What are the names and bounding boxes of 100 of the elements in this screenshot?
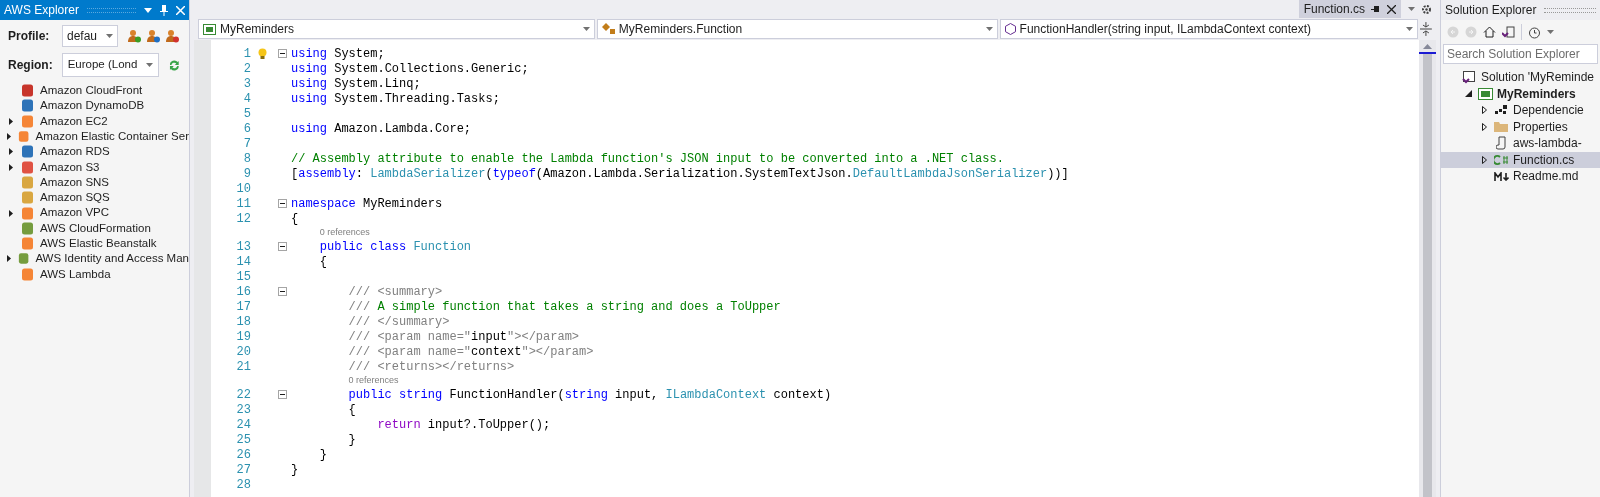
line-number: 4 bbox=[242, 90, 251, 108]
navigation-dropdown[interactable]: MyReminders bbox=[198, 19, 595, 39]
class-icon bbox=[601, 23, 615, 35]
code-line: { bbox=[347, 401, 356, 419]
line-number: 10 bbox=[235, 180, 251, 198]
caret-icon bbox=[146, 63, 154, 67]
code-line: using System.Linq; bbox=[291, 75, 421, 93]
collapse-icon[interactable] bbox=[278, 199, 287, 208]
collapsed-arrow-icon[interactable] bbox=[8, 209, 13, 217]
expanded-arrow-icon[interactable] bbox=[1464, 90, 1472, 98]
region-label: Region: bbox=[8, 57, 53, 74]
service-tree-item[interactable]: Amazon VPC bbox=[0, 205, 189, 221]
line-number: 28 bbox=[235, 476, 251, 494]
navigation-dropdown[interactable]: FunctionHandler(string input, ILambdaContext context) bbox=[999, 19, 1419, 39]
solution-switch-icon[interactable] bbox=[1502, 26, 1515, 38]
navigation-dropdown[interactable]: MyReminders.Function bbox=[596, 19, 998, 39]
caret-icon bbox=[106, 34, 113, 38]
solution-tree-item[interactable]: Properties bbox=[1441, 118, 1600, 135]
csharp-project-icon bbox=[1477, 87, 1493, 100]
service-tree-item[interactable]: AWS Lambda bbox=[0, 266, 189, 282]
solution-tree-item[interactable]: aws-lambda- bbox=[1441, 135, 1600, 152]
collapse-icon[interactable] bbox=[278, 242, 287, 251]
code-line: } bbox=[291, 461, 299, 479]
service-tree-item[interactable]: Amazon SNS bbox=[0, 174, 189, 191]
code-line: [assembly: LambdaSerializer(typeof(Amazon.Lambda.Serialization.SystemTextJson.DefaultLambdaJsonSerializer))] bbox=[291, 165, 1069, 183]
search-field[interactable]: Search Solution Explorer bbox=[1443, 44, 1598, 64]
reference-count-link[interactable]: 0 references bbox=[348, 373, 399, 388]
line-number: 6 bbox=[242, 120, 251, 138]
history-icon[interactable] bbox=[1528, 25, 1541, 39]
code-line: { bbox=[318, 253, 327, 271]
scroll-thumb[interactable] bbox=[1423, 54, 1432, 497]
service-tree-item[interactable]: Amazon DynamoDB bbox=[0, 98, 189, 114]
code-line: public class Function bbox=[318, 238, 472, 256]
code-line: { bbox=[291, 210, 299, 228]
service-tree-item[interactable]: AWS CloudFormation bbox=[0, 220, 189, 236]
solution-tree-item[interactable]: MyReminders bbox=[1441, 85, 1600, 102]
code-line: /// </summary> bbox=[347, 313, 450, 331]
code-line: /// <param name="context"></param> bbox=[347, 343, 594, 361]
solution-tree-item[interactable]: Solution 'MyReminde bbox=[1441, 69, 1600, 86]
service-tree-item[interactable]: AWS Identity and Access Man bbox=[0, 251, 189, 267]
dropdown-icon[interactable] bbox=[144, 7, 152, 13]
solution-tree-item[interactable]: Readme.md bbox=[1441, 168, 1600, 185]
solution-icon bbox=[1462, 70, 1476, 85]
service-tree-item[interactable]: Amazon RDS bbox=[0, 144, 189, 160]
service-tree-item[interactable]: Amazon CloudFront bbox=[0, 83, 189, 99]
code-line: using System; bbox=[291, 45, 385, 63]
service-tree-item[interactable]: AWS Elastic Beanstalk bbox=[0, 235, 189, 252]
line-number: 24 bbox=[235, 416, 251, 434]
code-line: } bbox=[318, 446, 327, 464]
caret-icon bbox=[1406, 27, 1414, 31]
csharp-file-icon bbox=[1494, 154, 1508, 165]
caret-icon bbox=[582, 27, 590, 31]
line-number: 26 bbox=[235, 446, 251, 464]
remove-user-icon[interactable] bbox=[165, 29, 179, 43]
code-line: return input?.ToUpper(); bbox=[376, 416, 551, 434]
region-dropdown[interactable]: Europe (Lond bbox=[61, 53, 160, 77]
line-number: 1 bbox=[242, 45, 251, 63]
collapse-icon[interactable] bbox=[278, 49, 287, 58]
refresh-icon[interactable] bbox=[168, 58, 181, 72]
service-tree-item[interactable]: Amazon EC2 bbox=[0, 113, 189, 129]
method-icon bbox=[1004, 23, 1016, 35]
dependencies-icon bbox=[1495, 105, 1507, 116]
caret-icon bbox=[985, 27, 993, 31]
code-line: using System.Collections.Generic; bbox=[291, 60, 529, 78]
service-tree-item[interactable]: Amazon S3 bbox=[0, 159, 189, 175]
home-icon[interactable] bbox=[1483, 26, 1496, 38]
scroll-up-icon[interactable] bbox=[1423, 44, 1432, 49]
code-line: } bbox=[347, 431, 356, 449]
vertical-scrollbar[interactable] bbox=[1419, 40, 1436, 497]
solution-tree-item[interactable]: Function.cs bbox=[1441, 151, 1600, 168]
collapsed-arrow-icon[interactable] bbox=[1481, 155, 1487, 164]
reference-count-link[interactable]: 0 references bbox=[319, 225, 370, 240]
file-icon bbox=[1496, 136, 1506, 151]
pin-icon[interactable] bbox=[1371, 4, 1381, 14]
user-info-icon[interactable] bbox=[146, 29, 160, 43]
line-number: 20 bbox=[235, 343, 251, 361]
line-number: 22 bbox=[235, 386, 251, 404]
code-line: /// <summary> bbox=[347, 283, 443, 301]
service-tree-item[interactable]: Amazon SQS bbox=[0, 190, 189, 206]
lightbulb-icon[interactable] bbox=[258, 47, 267, 60]
panel-title: Solution Explorer bbox=[1445, 2, 1537, 19]
add-user-icon[interactable] bbox=[127, 29, 141, 43]
solution-tree-item[interactable]: Dependencie bbox=[1441, 102, 1600, 119]
profile-dropdown[interactable]: defau bbox=[62, 25, 118, 47]
line-number: 9 bbox=[242, 165, 251, 183]
split-icon[interactable] bbox=[1420, 22, 1432, 36]
collapse-icon[interactable] bbox=[278, 287, 287, 296]
code-line: // Assembly attribute to enable the Lambda function's JSON input to be converted into a .NET class. bbox=[291, 150, 1004, 168]
settings-icon[interactable] bbox=[1421, 4, 1432, 15]
collapse-icon[interactable] bbox=[278, 390, 287, 399]
panel-title: AWS Explorer bbox=[4, 2, 79, 19]
collapsed-arrow-icon[interactable] bbox=[7, 255, 12, 263]
close-icon[interactable] bbox=[1387, 4, 1396, 14]
service-tree-item[interactable]: Amazon Elastic Container Ser bbox=[0, 128, 189, 145]
line-number: 17 bbox=[235, 298, 251, 316]
markdown-icon bbox=[1493, 171, 1509, 181]
line-number: 11 bbox=[235, 195, 251, 213]
document-tab[interactable]: Function.cs bbox=[1298, 0, 1401, 18]
code-line: /// <param name="input"></param> bbox=[347, 328, 580, 346]
line-number: 18 bbox=[235, 313, 251, 331]
